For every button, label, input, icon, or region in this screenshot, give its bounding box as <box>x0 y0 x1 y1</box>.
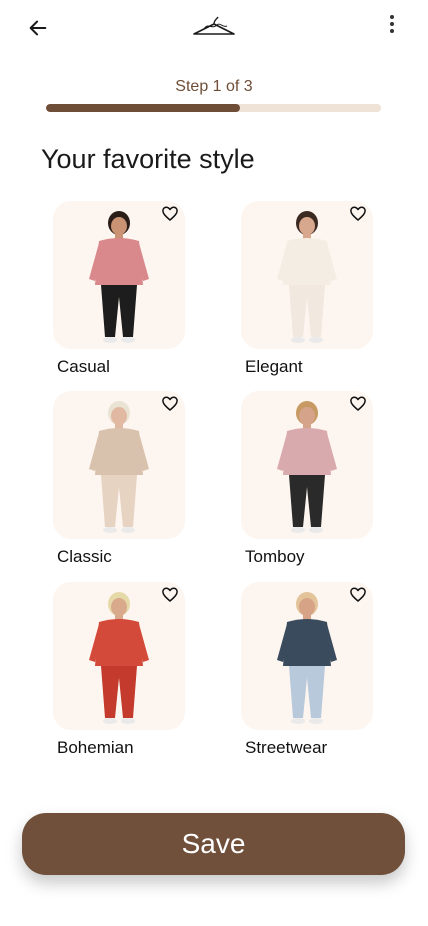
page-title: Your favorite style <box>41 144 255 174</box>
style-card-casual[interactable]: Casual <box>53 201 213 376</box>
more-vertical-icon <box>390 15 394 33</box>
outfit-figure-image <box>277 592 337 724</box>
style-label: Streetwear <box>245 738 328 757</box>
more-options-button[interactable] <box>380 10 404 38</box>
favorite-button[interactable] <box>349 395 367 413</box>
heart-outline-icon <box>162 396 178 411</box>
top-app-bar <box>0 0 428 56</box>
style-label: Elegant <box>245 357 303 376</box>
app-logo <box>190 14 238 40</box>
favorite-button[interactable] <box>349 586 367 604</box>
progress-bar <box>46 104 381 112</box>
style-label: Tomboy <box>245 547 305 566</box>
style-card-elegant[interactable]: Elegant <box>241 201 401 376</box>
style-image[interactable] <box>241 391 373 539</box>
heart-outline-icon <box>350 587 366 602</box>
style-image[interactable] <box>53 201 185 349</box>
style-card-bohemian[interactable]: Bohemian <box>53 582 213 757</box>
style-image[interactable] <box>241 201 373 349</box>
favorite-button[interactable] <box>161 205 179 223</box>
style-card-streetwear[interactable]: Streetwear <box>241 582 401 757</box>
heart-outline-icon <box>162 206 178 221</box>
style-card-tomboy[interactable]: Tomboy <box>241 391 401 566</box>
arrow-left-icon <box>29 20 47 36</box>
hanger-logo-icon <box>193 16 235 35</box>
heart-outline-icon <box>350 396 366 411</box>
heart-outline-icon <box>162 587 178 602</box>
save-button[interactable]: Save <box>22 813 405 875</box>
style-card-classic[interactable]: Classic <box>53 391 213 566</box>
style-label: Classic <box>57 547 112 566</box>
outfit-figure-image <box>277 211 337 343</box>
favorite-button[interactable] <box>349 205 367 223</box>
favorite-button[interactable] <box>161 395 179 413</box>
style-label: Casual <box>57 357 110 376</box>
step-indicator: Step 1 of 3 <box>175 78 253 95</box>
outfit-figure-image <box>89 211 149 343</box>
progress-bar-fill <box>46 104 241 112</box>
style-image[interactable] <box>53 391 185 539</box>
outfit-figure-image <box>89 592 149 724</box>
style-image[interactable] <box>241 582 373 730</box>
favorite-button[interactable] <box>161 586 179 604</box>
style-label: Bohemian <box>57 738 134 757</box>
outfit-figure-image <box>89 401 149 533</box>
heart-outline-icon <box>350 206 366 221</box>
back-button[interactable] <box>24 14 52 42</box>
outfit-figure-image <box>277 401 337 533</box>
style-image[interactable] <box>53 582 185 730</box>
